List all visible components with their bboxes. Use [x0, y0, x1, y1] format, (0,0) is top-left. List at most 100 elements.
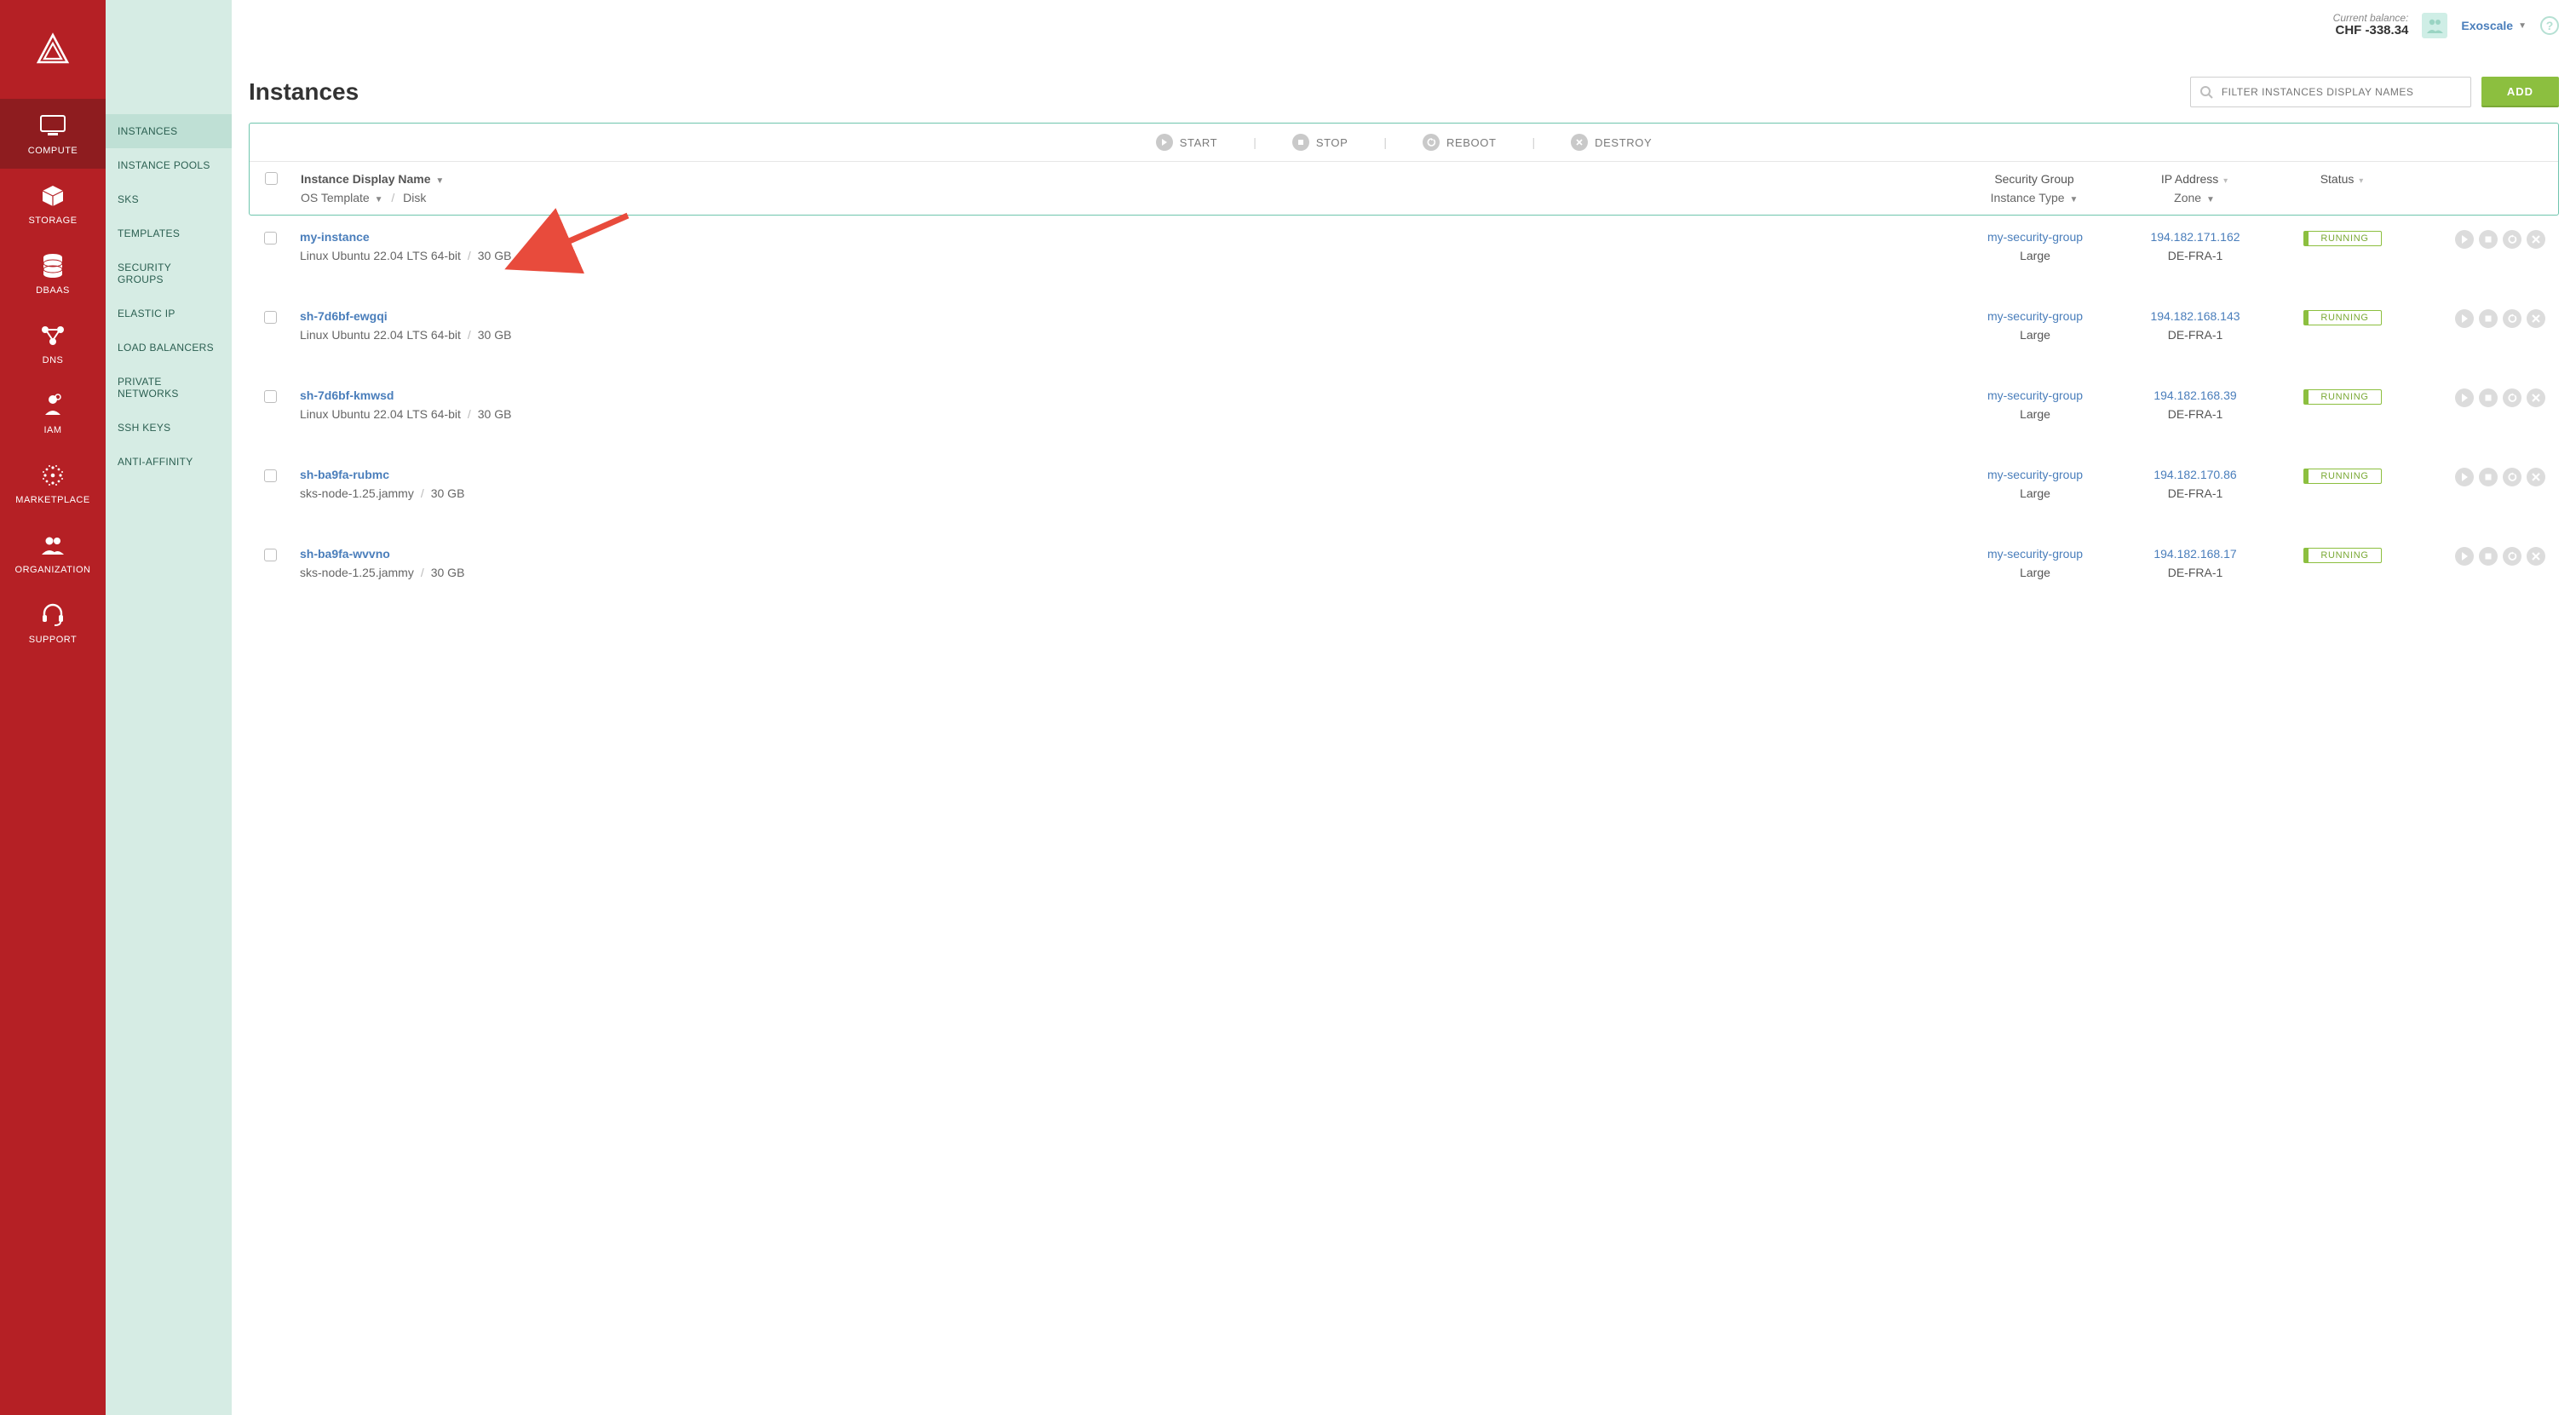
row-actions	[2418, 547, 2545, 566]
nav-storage[interactable]: STORAGE	[0, 169, 106, 239]
stop-icon	[1292, 134, 1309, 151]
nav-support[interactable]: SUPPORT	[0, 588, 106, 658]
row-checkbox[interactable]	[264, 549, 277, 561]
nav-marketplace[interactable]: MARKETPLACE	[0, 448, 106, 518]
subnav-ssh-keys[interactable]: SSH KEYS	[106, 411, 232, 445]
row-destroy-button[interactable]	[2527, 388, 2545, 407]
instance-name-link[interactable]: sh-ba9fa-rubmc	[300, 468, 389, 481]
nav-label: DBAAS	[36, 285, 70, 296]
subnav-templates[interactable]: TEMPLATES	[106, 216, 232, 250]
row-checkbox[interactable]	[264, 390, 277, 403]
col-zone[interactable]: Zone ▼	[2174, 191, 2215, 204]
filter-input[interactable]	[2220, 85, 2462, 99]
nav-label: SUPPORT	[29, 635, 77, 645]
col-ip[interactable]: IP Address ▾	[2161, 172, 2228, 186]
security-group-link[interactable]: my-security-group	[1987, 388, 2083, 402]
security-group-link[interactable]: my-security-group	[1987, 468, 2083, 481]
ip-link[interactable]: 194.182.168.143	[2150, 309, 2240, 323]
primary-nav: COMPUTE STORAGE DBAAS DNS IAM	[0, 0, 106, 1415]
row-reboot-button[interactable]	[2503, 468, 2521, 486]
row-start-button[interactable]	[2455, 468, 2474, 486]
instance-name-link[interactable]: my-instance	[300, 230, 370, 244]
select-all-checkbox[interactable]	[265, 172, 278, 185]
row-start-button[interactable]	[2455, 309, 2474, 328]
subnav-load-balancers[interactable]: LOAD BALANCERS	[106, 331, 232, 365]
nav-dns[interactable]: DNS	[0, 308, 106, 378]
bulk-reboot[interactable]: REBOOT	[1423, 134, 1497, 151]
zone-label: DE-FRA-1	[2123, 328, 2268, 342]
destroy-icon	[1571, 134, 1588, 151]
row-start-button[interactable]	[2455, 547, 2474, 566]
subnav-anti-affinity[interactable]: ANTI-AFFINITY	[106, 445, 232, 479]
security-group-link[interactable]: my-security-group	[1987, 547, 2083, 561]
help-icon[interactable]: ?	[2540, 16, 2559, 35]
status-badge: RUNNING	[2303, 231, 2381, 246]
bulk-start[interactable]: START	[1156, 134, 1217, 151]
row-reboot-button[interactable]	[2503, 547, 2521, 566]
col-instance-type[interactable]: Instance Type ▼	[1991, 191, 2079, 204]
row-checkbox[interactable]	[264, 469, 277, 482]
security-group-link[interactable]: my-security-group	[1987, 309, 2083, 323]
instance-name-link[interactable]: sh-7d6bf-kmwsd	[300, 388, 394, 402]
org-dropdown[interactable]: Exoscale ▼	[2461, 19, 2527, 32]
col-name[interactable]: Instance Display Name ▼	[301, 172, 444, 186]
ip-link[interactable]: 194.182.168.17	[2153, 547, 2236, 561]
row-reboot-button[interactable]	[2503, 388, 2521, 407]
nav-compute[interactable]: COMPUTE	[0, 99, 106, 169]
row-actions	[2418, 309, 2545, 328]
table-header: Instance Display Name ▼ OS Template ▼ / …	[250, 162, 2558, 215]
row-actions	[2418, 388, 2545, 407]
col-disk[interactable]: Disk	[403, 191, 426, 204]
filter-box[interactable]	[2190, 77, 2471, 107]
search-icon	[2199, 85, 2213, 99]
row-checkbox[interactable]	[264, 232, 277, 244]
ip-link[interactable]: 194.182.171.162	[2150, 230, 2240, 244]
instance-subline: Linux Ubuntu 22.04 LTS 64-bit/30 GB	[300, 249, 1947, 262]
row-stop-button[interactable]	[2479, 309, 2498, 328]
subnav-instance-pools[interactable]: INSTANCE POOLS	[106, 148, 232, 182]
row-destroy-button[interactable]	[2527, 547, 2545, 566]
org-name: Exoscale	[2461, 19, 2513, 32]
subnav-private-networks[interactable]: PRIVATE NETWORKS	[106, 365, 232, 411]
nav-organization[interactable]: ORGANIZATION	[0, 518, 106, 588]
avatar	[2422, 13, 2447, 38]
row-destroy-button[interactable]	[2527, 309, 2545, 328]
instance-name-link[interactable]: sh-7d6bf-ewgqi	[300, 309, 388, 323]
logo	[0, 0, 106, 99]
instance-type: Large	[1954, 249, 2116, 262]
ip-link[interactable]: 194.182.170.86	[2153, 468, 2236, 481]
row-destroy-button[interactable]	[2527, 230, 2545, 249]
row-stop-button[interactable]	[2479, 547, 2498, 566]
bulk-stop[interactable]: STOP	[1292, 134, 1348, 151]
col-status[interactable]: Status ▾	[2320, 172, 2364, 186]
add-button[interactable]: ADD	[2481, 77, 2559, 107]
row-stop-button[interactable]	[2479, 230, 2498, 249]
row-destroy-button[interactable]	[2527, 468, 2545, 486]
table-row: sh-ba9fa-rubmc sks-node-1.25.jammy/30 GB…	[249, 453, 2559, 514]
bulk-destroy[interactable]: DESTROY	[1571, 134, 1652, 151]
row-start-button[interactable]	[2455, 388, 2474, 407]
row-stop-button[interactable]	[2479, 468, 2498, 486]
col-os-template[interactable]: OS Template ▼	[301, 191, 382, 204]
instance-name-link[interactable]: sh-ba9fa-wvvno	[300, 547, 390, 561]
reboot-icon	[1423, 134, 1440, 151]
subnav-sks[interactable]: SKS	[106, 182, 232, 216]
row-checkbox[interactable]	[264, 311, 277, 324]
nav-iam[interactable]: IAM	[0, 378, 106, 448]
table-row: sh-ba9fa-wvvno sks-node-1.25.jammy/30 GB…	[249, 532, 2559, 593]
dots-icon	[38, 461, 67, 490]
balance-amount: CHF -338.34	[2333, 24, 2409, 38]
subnav-instances[interactable]: INSTANCES	[106, 114, 232, 148]
col-security-group[interactable]: Security Group	[1994, 172, 2073, 186]
row-reboot-button[interactable]	[2503, 309, 2521, 328]
row-stop-button[interactable]	[2479, 388, 2498, 407]
nav-dbaas[interactable]: DBAAS	[0, 239, 106, 308]
subnav-security-groups[interactable]: SECURITY GROUPS	[106, 250, 232, 296]
row-start-button[interactable]	[2455, 230, 2474, 249]
zone-label: DE-FRA-1	[2123, 486, 2268, 500]
caret-down-icon: ▼	[435, 176, 444, 186]
ip-link[interactable]: 194.182.168.39	[2153, 388, 2236, 402]
subnav-elastic-ip[interactable]: ELASTIC IP	[106, 296, 232, 331]
row-reboot-button[interactable]	[2503, 230, 2521, 249]
security-group-link[interactable]: my-security-group	[1987, 230, 2083, 244]
